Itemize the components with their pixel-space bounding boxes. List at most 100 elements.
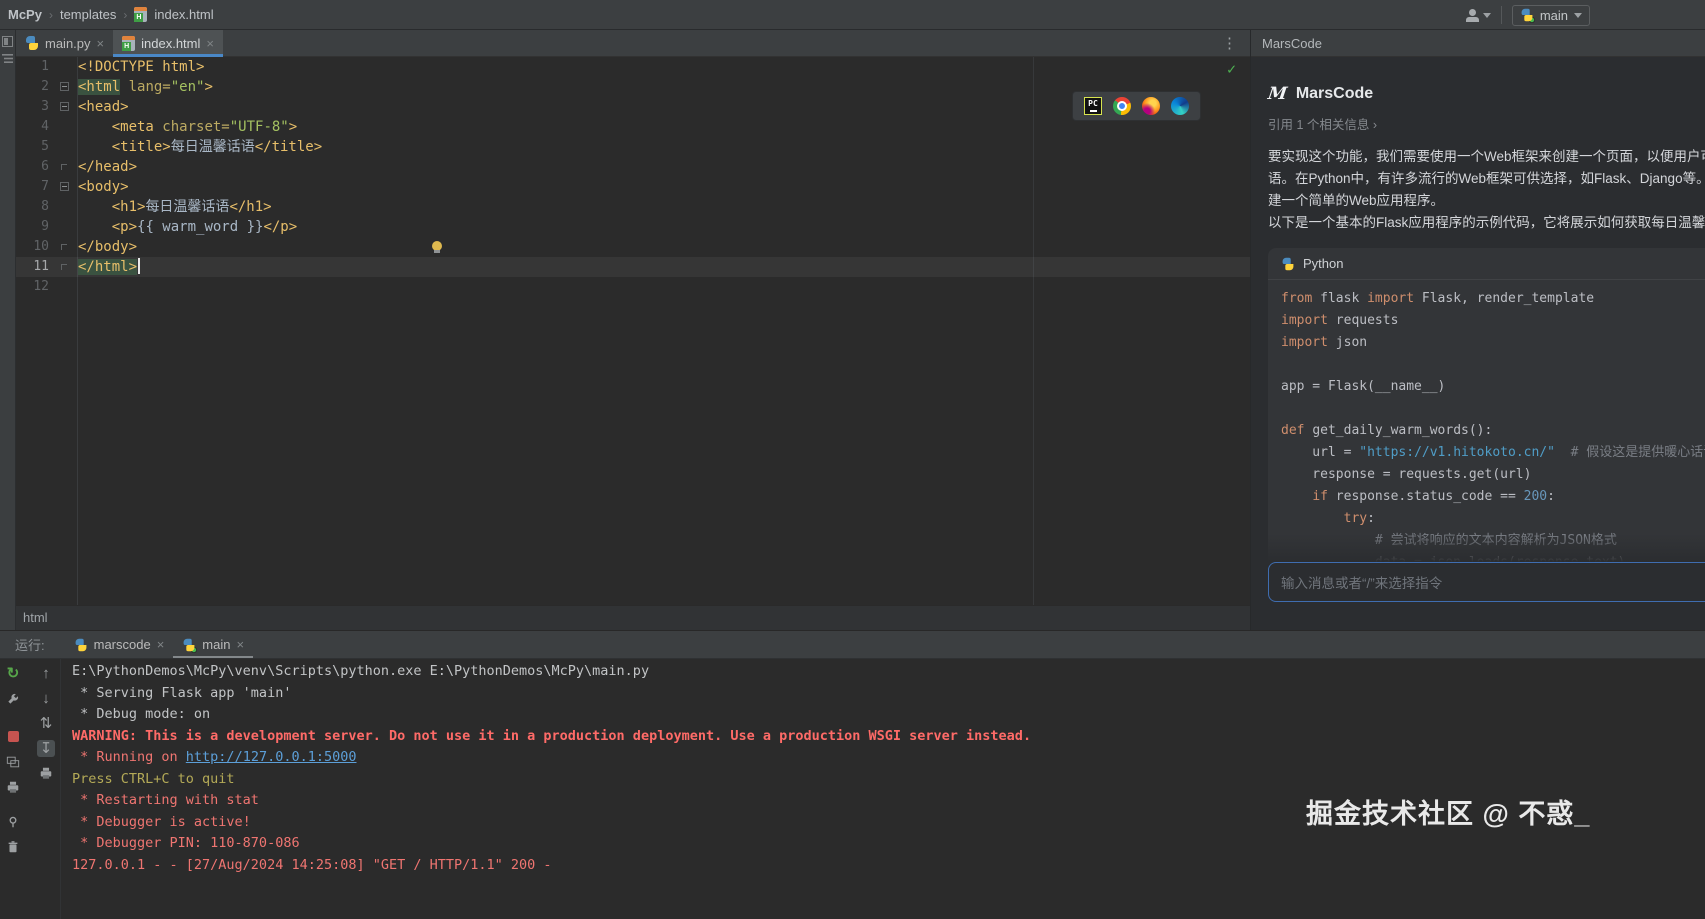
close-icon[interactable]: × [157, 637, 165, 652]
fold-marker-icon[interactable] [54, 77, 76, 97]
snippet-code-line [1281, 354, 1705, 376]
close-icon[interactable]: × [236, 637, 244, 652]
editor-line[interactable]: 1<!DOCTYPE html> [16, 57, 1250, 77]
marscode-panel-header[interactable]: MarsCode [1251, 30, 1705, 57]
show-options-button[interactable] [4, 778, 22, 796]
tab-main-py[interactable]: main.py × [16, 30, 113, 56]
breadcrumb-folder[interactable]: templates [60, 7, 116, 22]
line-number: 8 [16, 197, 54, 217]
structure-tool-window-icon[interactable] [2, 53, 13, 64]
firefox-icon[interactable] [1142, 97, 1160, 115]
watermark: 掘金技术社区 @ 不惑_ [1306, 792, 1590, 831]
code-segment: import [1367, 291, 1414, 306]
edge-icon[interactable] [1171, 97, 1189, 115]
code-text: <meta charset="UTF-8"> [76, 117, 297, 137]
chevron-right-icon: › [1373, 118, 1377, 132]
editor-line[interactable]: 9 <p>{{ warm_word }}</p> [16, 217, 1250, 237]
fold-marker-icon[interactable] [54, 157, 76, 177]
editor-line[interactable]: 10</body> [16, 237, 1250, 257]
console-output[interactable]: E:\PythonDemos\McPy\venv\Scripts\python.… [72, 659, 1705, 919]
scroll-to-end-button[interactable]: ↧ [37, 739, 55, 757]
marscode-chat-area[interactable]: M MarsCode 引用 1 个相关信息 › 要实现这个功能，我们需要使用一个… [1251, 57, 1705, 562]
code-segment: "UTF-8" [230, 119, 289, 135]
restore-layout-button[interactable] [4, 753, 22, 771]
fold-gutter [54, 277, 76, 297]
marscode-logo-icon: M [1267, 86, 1288, 103]
code-segment [1281, 511, 1344, 526]
python-icon [74, 638, 87, 651]
project-tool-window-icon[interactable] [2, 36, 13, 47]
code-segment: get_daily_warm_words(): [1312, 423, 1492, 438]
tab-options-kebab-icon[interactable]: ⋮ [1209, 30, 1250, 56]
scroll-fade [1251, 534, 1705, 562]
editor-line[interactable]: 7<body> [16, 177, 1250, 197]
code-text: <body> [76, 177, 129, 197]
run-tab-marscode[interactable]: marscode × [65, 631, 174, 658]
code-segment: url = [1281, 445, 1359, 460]
run-configuration-selector[interactable]: main [1512, 5, 1590, 26]
tab-label: main [202, 637, 230, 652]
code-segment: try [1344, 511, 1367, 526]
run-tab-main[interactable]: main × [173, 631, 253, 658]
editor-line[interactable]: 5 <title>每日温馨话语</title> [16, 137, 1250, 157]
snippet-code-line: url = "https://v1.hitokoto.cn/" # 假设这是提供… [1281, 442, 1705, 464]
fold-marker-icon[interactable] [54, 177, 76, 197]
code-segment: > [204, 79, 212, 95]
fold-marker-icon[interactable] [54, 257, 76, 277]
fold-marker-icon[interactable] [54, 237, 76, 257]
console-line: Press CTRL+C to quit [72, 769, 1705, 791]
marscode-panel: MarsCode M MarsCode 引用 1 个相关信息 › 要实现这个功能… [1250, 30, 1705, 630]
fold-marker-icon[interactable] [54, 97, 76, 117]
editor-breadcrumb-bar[interactable]: html [16, 605, 1250, 630]
pycharm-preview-icon[interactable]: PC [1084, 97, 1102, 115]
inspections-ok-icon[interactable]: ✓ [1227, 60, 1236, 78]
code-segment: charset= [162, 119, 229, 135]
pycharm-window: McPy › templates › index.html main [0, 0, 1705, 919]
code-segment: * Debug mode: on [72, 706, 210, 722]
editor-line[interactable]: 12 [16, 277, 1250, 297]
breadcrumb-html-tag[interactable]: html [23, 610, 48, 625]
clear-console-button[interactable] [4, 838, 22, 856]
close-icon[interactable]: × [206, 36, 214, 51]
pin-tab-button[interactable] [4, 813, 22, 831]
editor-line[interactable]: 2<html lang="en"> [16, 77, 1250, 97]
editor-line[interactable]: 8 <h1>每日温馨话语</h1> [16, 197, 1250, 217]
reference-link[interactable]: 引用 1 个相关信息 › [1268, 114, 1705, 133]
fold-gutter [54, 57, 76, 77]
breadcrumb-project[interactable]: McPy [8, 7, 42, 22]
editor-tab-bar: main.py × index.html × ⋮ [16, 30, 1250, 57]
assistant-message-line: 建一个简单的Web应用程序。 [1268, 190, 1705, 212]
line-number: 12 [16, 277, 54, 297]
panel-title: MarsCode [1262, 36, 1322, 51]
editor-line[interactable]: 4 <meta charset="UTF-8"> [16, 117, 1250, 137]
intention-lightbulb-icon[interactable] [432, 241, 442, 251]
code-segment: <title> [78, 139, 171, 155]
soft-wrap-button[interactable]: ⇅ [37, 714, 55, 732]
print-button[interactable] [37, 764, 55, 782]
breadcrumb-file[interactable]: index.html [154, 7, 213, 22]
code-segment: import [1281, 335, 1328, 350]
editor-line[interactable]: 6</head> [16, 157, 1250, 177]
code-editor[interactable]: 1<!DOCTYPE html>2<html lang="en">3<head>… [16, 57, 1250, 605]
snippet-code-line [1281, 398, 1705, 420]
close-icon[interactable]: × [97, 36, 105, 51]
code-segment: </title> [255, 139, 322, 155]
console-link[interactable]: http://127.0.0.1:5000 [186, 749, 357, 765]
code-with-me-button[interactable] [1465, 9, 1491, 22]
code-text: <p>{{ warm_word }}</p> [76, 217, 297, 237]
stop-button[interactable] [4, 727, 22, 745]
modify-run-config-button[interactable] [4, 690, 22, 708]
next-occurrence-button[interactable]: ↓ [37, 689, 55, 707]
chat-input[interactable]: 输入消息或者“/”来选择指令 [1268, 562, 1705, 602]
code-segment [1281, 489, 1312, 504]
editor-line[interactable]: 11</html> [16, 257, 1250, 277]
code-segment [1555, 445, 1571, 460]
rerun-button[interactable]: ↻ [4, 664, 22, 682]
code-segment: * Debugger PIN: 110-870-086 [72, 835, 300, 851]
editor-line[interactable]: 3<head> [16, 97, 1250, 117]
code-segment: E:\PythonDemos\McPy\venv\Scripts\python.… [72, 663, 649, 679]
tab-index-html[interactable]: index.html × [113, 30, 223, 56]
code-segment: "en" [171, 79, 205, 95]
prev-occurrence-button[interactable]: ↑ [37, 664, 55, 682]
chrome-icon[interactable] [1113, 97, 1131, 115]
